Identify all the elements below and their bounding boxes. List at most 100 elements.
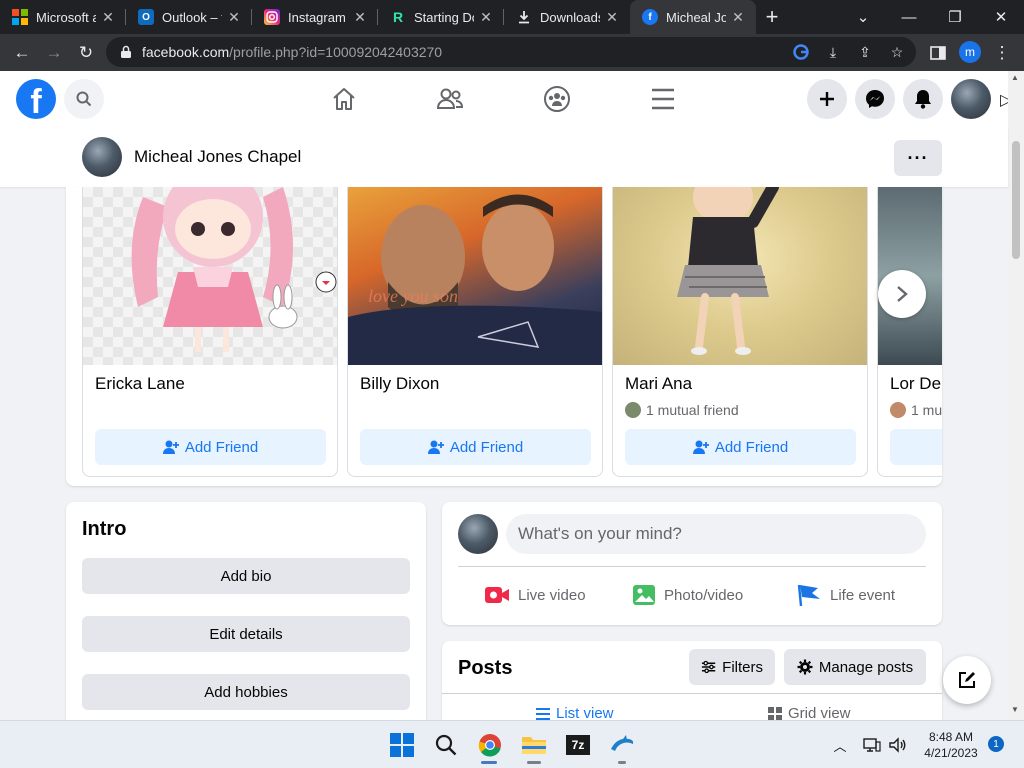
chrome-profile-avatar[interactable]: m	[959, 41, 981, 63]
person-name[interactable]: Ericka Lane	[95, 374, 185, 394]
intro-card: Intro Add bio Edit details Add hobbies	[66, 502, 426, 732]
add-friend-icon	[692, 440, 709, 454]
add-friend-button[interactable]: Add Friend	[95, 429, 326, 465]
photo-video-button[interactable]: Photo/video	[632, 580, 743, 610]
folder-icon	[522, 737, 546, 754]
chrome-taskbar-button[interactable]	[474, 729, 506, 761]
back-icon[interactable]: ←	[8, 39, 36, 67]
side-panel-icon[interactable]	[924, 39, 952, 67]
browser-tab-downloads[interactable]: Downloads ✕	[504, 0, 630, 34]
reload-icon[interactable]: ↻	[72, 39, 100, 67]
google-icon[interactable]	[792, 43, 810, 61]
tab-title: Downloads	[540, 9, 600, 25]
groups-icon	[544, 86, 570, 112]
messenger-button[interactable]	[855, 79, 895, 119]
create-button[interactable]	[807, 79, 847, 119]
windows-taskbar: 7z ︿ 8:48 AM 4/21/2023	[0, 720, 1024, 768]
start-button[interactable]	[386, 729, 418, 761]
add-friend-button[interactable]: Add Friend	[625, 429, 856, 465]
scrollbar-thumb[interactable]	[1012, 141, 1020, 259]
filters-button[interactable]: Filters	[689, 649, 775, 685]
add-hobbies-button[interactable]: Add hobbies	[82, 674, 410, 710]
lock-icon[interactable]	[120, 45, 132, 62]
notification-badge[interactable]: 1	[988, 736, 1004, 752]
clock-time: 8:48 AM	[928, 730, 974, 744]
close-icon[interactable]: ✕	[604, 9, 620, 26]
add-friend-button[interactable]	[890, 429, 942, 465]
profile-avatar[interactable]	[82, 137, 122, 177]
person-name[interactable]: Billy Dixon	[360, 374, 439, 394]
nav-home-tab[interactable]	[326, 81, 362, 117]
person-name[interactable]: Mari Ana	[625, 374, 692, 394]
close-icon[interactable]: ✕	[478, 9, 494, 26]
search-button[interactable]	[64, 79, 104, 119]
composer-avatar[interactable]	[458, 514, 498, 554]
taskbar-search-button[interactable]	[430, 729, 462, 761]
close-icon[interactable]: ✕	[226, 9, 242, 26]
browser-tab-microsoft[interactable]: Microsoft a ✕	[0, 0, 126, 34]
file-explorer-button[interactable]	[518, 729, 550, 761]
new-tab-button[interactable]: +	[756, 0, 788, 34]
mutual-friends[interactable]: 1 mu	[890, 402, 942, 418]
window-close-button[interactable]: ✕	[978, 0, 1024, 34]
life-event-button[interactable]: Life event	[796, 580, 895, 610]
share-icon[interactable]: ⇪	[856, 43, 874, 61]
bell-icon	[915, 90, 931, 109]
close-icon[interactable]: ✕	[352, 9, 368, 26]
tab-search-icon[interactable]: ⌄	[840, 0, 886, 34]
facebook-logo[interactable]: f	[16, 79, 56, 119]
intro-title: Intro	[82, 518, 127, 540]
add-friend-button[interactable]: Add Friend	[360, 429, 591, 465]
person-photo[interactable]: love you son	[348, 187, 602, 365]
install-icon[interactable]: ⤓	[824, 43, 842, 61]
notifications-button[interactable]	[903, 79, 943, 119]
edit-details-button[interactable]: Edit details	[82, 616, 410, 652]
scroll-down-arrow[interactable]: ▼	[1011, 705, 1019, 714]
forward-icon[interactable]: →	[40, 39, 68, 67]
live-video-button[interactable]: Live video	[484, 580, 586, 610]
person-photo[interactable]	[613, 187, 867, 365]
minimize-button[interactable]: —	[886, 0, 932, 34]
mutual-friends-label: 1 mutual friend	[646, 402, 739, 418]
browser-tab-replit[interactable]: R Starting Do ✕	[378, 0, 504, 34]
whats-on-your-mind-input[interactable]: What's on your mind?	[506, 514, 926, 554]
system-clock[interactable]: 8:48 AM 4/21/2023	[919, 729, 983, 761]
person-photo[interactable]	[83, 187, 337, 365]
dolphin-app-button[interactable]	[606, 729, 638, 761]
bookmark-star-icon[interactable]: ☆	[888, 43, 906, 61]
7zip-button[interactable]: 7z	[562, 729, 594, 761]
hamburger-menu-icon	[652, 88, 674, 110]
show-hidden-icons-button[interactable]: ︿	[826, 731, 854, 759]
open-app-indicator	[618, 761, 626, 764]
browser-tab-instagram[interactable]: Instagram • ✕	[252, 0, 378, 34]
open-app-indicator	[527, 761, 541, 764]
flag-icon	[797, 584, 820, 607]
new-message-button[interactable]	[943, 656, 991, 704]
volume-icon[interactable]	[886, 731, 910, 759]
restore-button[interactable]: ❐	[932, 0, 978, 34]
manage-posts-button[interactable]: Manage posts	[784, 649, 926, 685]
profile-name[interactable]: Micheal Jones Chapel	[134, 147, 301, 167]
browser-tab-facebook[interactable]: f Micheal Jon ✕	[630, 0, 756, 34]
carousel-next-button[interactable]	[878, 270, 926, 318]
close-icon[interactable]: ✕	[730, 9, 746, 26]
scroll-up-arrow[interactable]: ▲	[1011, 73, 1019, 82]
nav-friends-tab[interactable]	[432, 81, 468, 117]
page-scrollbar[interactable]: ▲ ▼	[1008, 71, 1024, 720]
url-text: facebook.com/profile.php?id=100092042403…	[142, 44, 443, 60]
browser-tab-outlook[interactable]: O Outlook – f ✕	[126, 0, 252, 34]
nav-groups-tab[interactable]	[539, 81, 575, 117]
microsoft-icon	[12, 9, 28, 25]
chrome-menu-icon[interactable]: ⋮	[988, 39, 1016, 67]
account-avatar[interactable]	[951, 79, 991, 119]
nav-menu-tab[interactable]	[645, 81, 681, 117]
person-name[interactable]: Lor De	[890, 374, 941, 394]
close-icon[interactable]: ✕	[100, 9, 116, 26]
add-friend-label: Add Friend	[449, 438, 524, 456]
mutual-friends[interactable]: 1 mutual friend	[625, 402, 739, 418]
add-friend-icon	[427, 440, 444, 454]
more-options-button[interactable]: ···	[894, 140, 942, 176]
network-icon[interactable]	[860, 731, 884, 759]
address-bar[interactable]: facebook.com/profile.php?id=100092042403…	[106, 37, 916, 67]
add-bio-button[interactable]: Add bio	[82, 558, 410, 594]
